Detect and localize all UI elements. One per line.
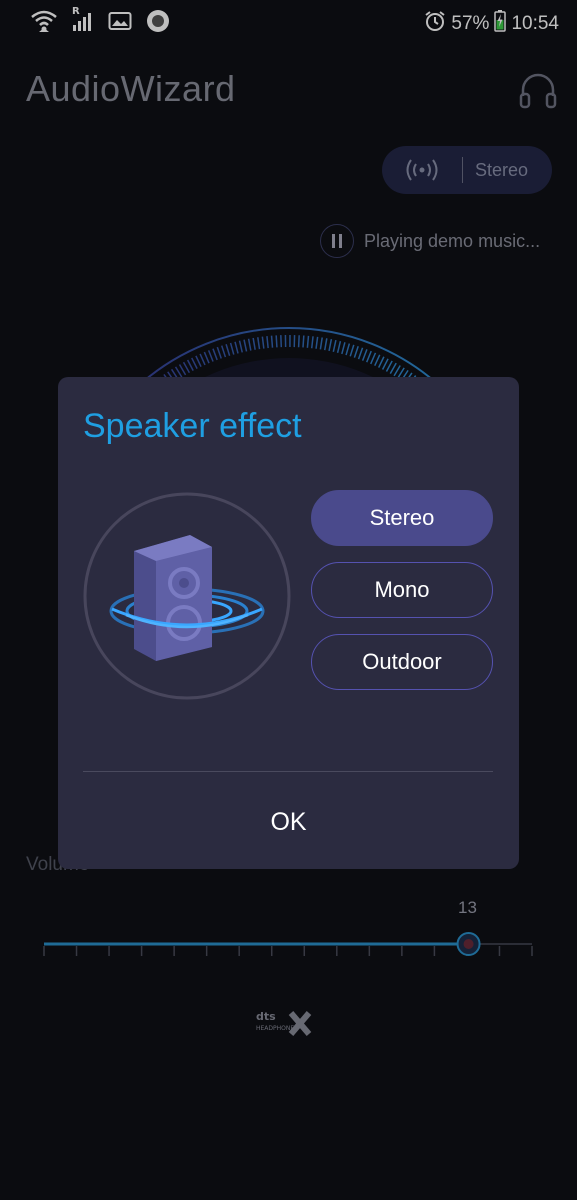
option-stereo[interactable]: Stereo	[311, 490, 493, 546]
dialog-title: Speaker effect	[83, 407, 302, 445]
dialog-divider	[83, 771, 493, 772]
option-outdoor[interactable]: Outdoor	[311, 634, 493, 690]
ok-button[interactable]: OK	[58, 787, 519, 857]
speaker-icon	[83, 492, 291, 700]
option-mono[interactable]: Mono	[311, 562, 493, 618]
speaker-effect-dialog: Speaker effect Stereo Mono Outdoor OK	[58, 377, 519, 869]
